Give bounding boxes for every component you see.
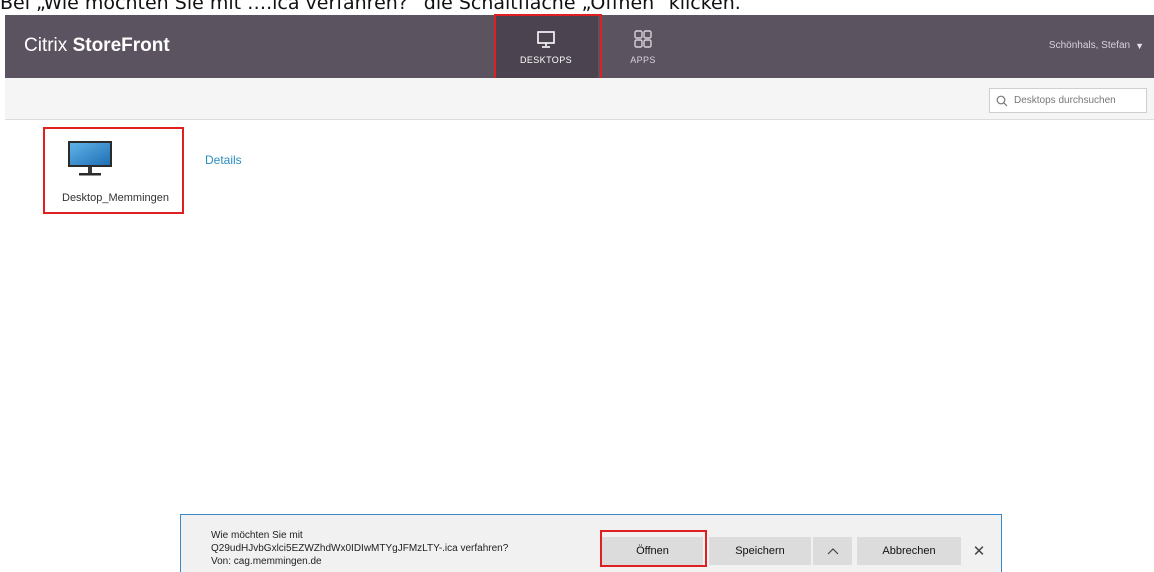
search-input[interactable] — [1014, 95, 1139, 106]
monitor-icon — [68, 141, 112, 176]
search-box[interactable] — [989, 88, 1147, 113]
brand-logo: Citrix StoreFront — [24, 35, 170, 57]
apps-grid-icon — [634, 29, 652, 48]
download-source: Von: cag.memmingen.de — [211, 556, 322, 567]
chevron-up-icon — [827, 548, 838, 555]
toolbar — [5, 78, 1154, 120]
tab-desktops[interactable]: DESKTOPS — [494, 15, 598, 78]
cancel-button[interactable]: Abbrechen — [857, 537, 961, 565]
caret-down-icon: ▼ — [1135, 40, 1144, 51]
open-button[interactable]: Öffnen — [602, 537, 703, 565]
desktop-tile[interactable]: Desktop_Memmingen — [43, 127, 184, 214]
tab-apps[interactable]: APPS — [591, 15, 695, 78]
details-link[interactable]: Details — [205, 153, 242, 167]
download-bar: Wie möchten Sie mit Q29udHJvbGxlci5EZWZh… — [180, 514, 1002, 572]
download-filename: Q29udHJvbGxlci5EZWZhdWx0IDIwMTYgJFMzLTY-… — [211, 543, 509, 554]
top-header: Citrix StoreFront DESKTOPS APPS Schönhal… — [5, 15, 1154, 78]
save-button[interactable]: Speichern — [709, 537, 811, 565]
tab-apps-label: APPS — [630, 54, 656, 65]
monitor-icon — [537, 30, 555, 48]
storefront-page: Bei „Wie möchten Sie mit ….ica verfahren… — [0, 0, 1154, 572]
tab-desktops-label: DESKTOPS — [519, 54, 573, 65]
download-prompt: Wie möchten Sie mit Q29udHJvbGxlci5EZWZh… — [211, 529, 508, 568]
close-icon[interactable]: ✕ — [967, 537, 991, 565]
save-options-button[interactable] — [813, 537, 852, 565]
search-icon — [996, 95, 1008, 106]
user-name: Schönhals, Stefan — [1048, 40, 1131, 51]
instruction-caption: Bei „Wie möchten Sie mit ….ica verfahren… — [0, 0, 741, 14]
brand-name: StoreFront — [72, 35, 170, 56]
download-prompt-line1: Wie möchten Sie mit — [211, 530, 303, 541]
user-menu[interactable]: Schönhals, Stefan ▼ — [1049, 40, 1144, 51]
desktop-name: Desktop_Memmingen — [62, 192, 169, 204]
brand-prefix: Citrix — [24, 35, 73, 56]
